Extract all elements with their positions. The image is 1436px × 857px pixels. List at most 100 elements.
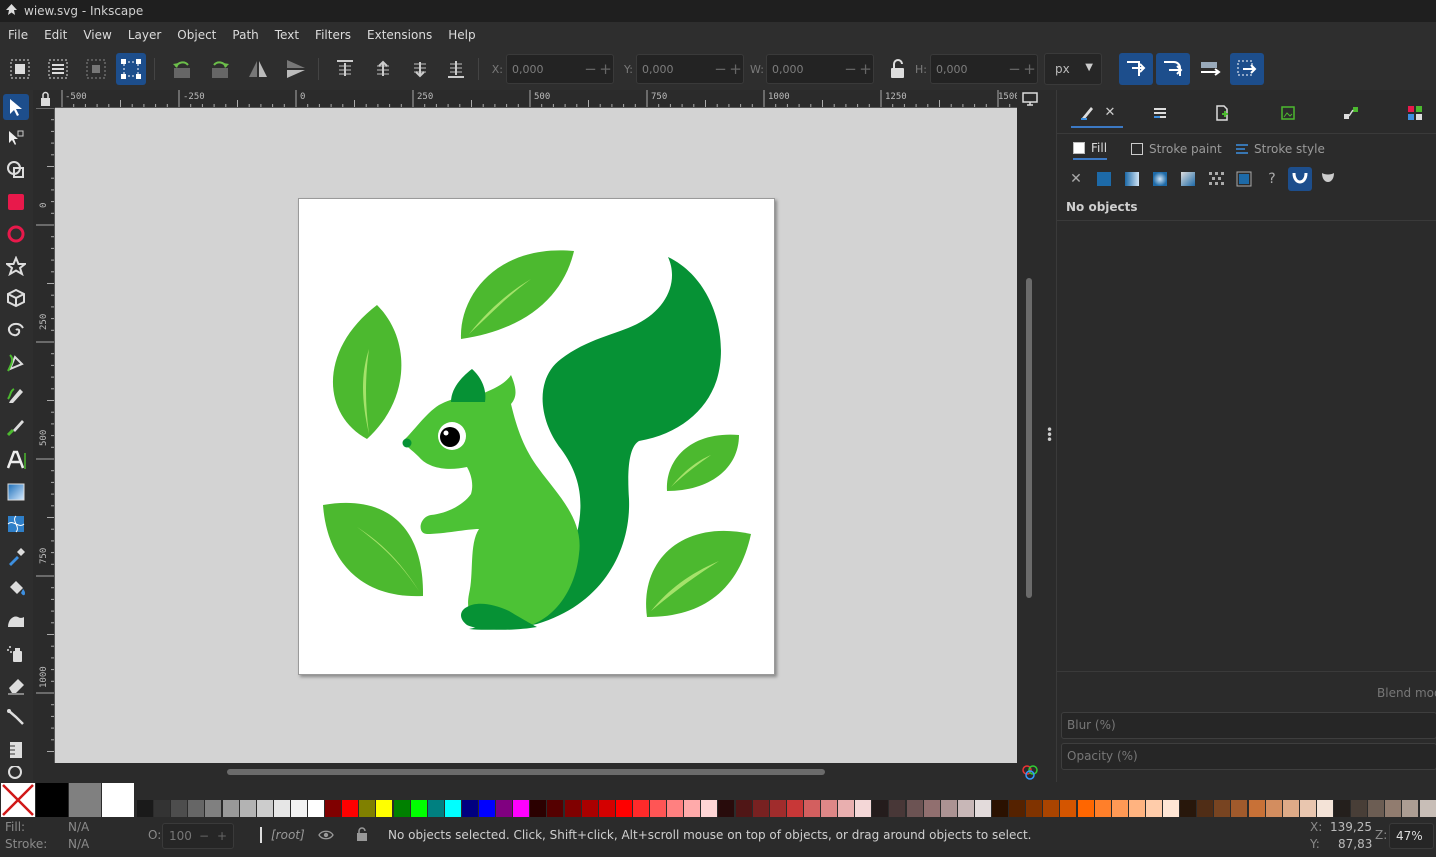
menu-view[interactable]: View [75,28,119,42]
palette-swatch[interactable] [1145,800,1162,817]
palette-swatch[interactable] [769,800,786,817]
text-tool[interactable] [3,447,29,473]
h-input[interactable]: 0,000 [931,63,1007,76]
palette-swatch[interactable] [1419,800,1436,817]
palette-swatch[interactable] [393,800,410,817]
palette-swatch[interactable] [889,800,906,817]
x-input[interactable]: 0,000 [507,63,583,76]
flat-color-button[interactable] [1092,167,1116,191]
stroke-indicator-value[interactable]: N/A [68,837,89,851]
touch-select-button[interactable] [116,53,146,85]
palette-swatch[interactable] [171,800,188,817]
palette-swatch[interactable] [36,783,68,817]
lock-guides-icon[interactable] [36,90,55,108]
zoom-field[interactable]: 47% [1389,823,1434,849]
palette-swatch[interactable] [940,800,957,817]
palette-swatch[interactable] [69,783,101,817]
swatch-button[interactable] [1232,167,1256,191]
measure-tool[interactable] [3,737,29,763]
dock-resize-handle[interactable]: • • • [1041,90,1056,782]
pencil-tool[interactable] [3,382,29,408]
palette-swatch[interactable] [923,800,940,817]
w-input[interactable]: 0,000 [767,63,843,76]
color-management-button[interactable] [1019,764,1041,782]
palette-swatch[interactable] [530,800,547,817]
unset-paint-button[interactable]: ? [1260,167,1284,191]
palette-swatch[interactable] [222,800,239,817]
unit-select[interactable]: px ▼ [1044,53,1102,85]
palette-swatch[interactable] [718,800,735,817]
current-layer[interactable]: [root] [271,828,305,842]
palette-swatch[interactable] [496,800,513,817]
palette-swatch[interactable] [701,800,718,817]
calligraphy-tool[interactable] [3,414,29,440]
palette-swatch[interactable] [821,800,837,817]
palette-swatch[interactable] [137,800,153,817]
spiral-tool[interactable] [3,317,29,343]
palette-swatch[interactable] [992,800,1008,817]
palette-swatch[interactable] [1111,800,1128,817]
rotate-cw-button[interactable] [205,53,235,85]
dropper-tool[interactable] [3,544,29,570]
select-all-layers-button[interactable] [43,53,73,85]
palette-swatch[interactable] [444,800,461,817]
tab-document-properties[interactable] [1205,98,1239,128]
palette-swatch[interactable] [650,800,666,817]
tab-swatches[interactable] [1398,98,1432,128]
selector-tool[interactable] [3,94,29,120]
opacity-increment[interactable]: + [217,824,227,848]
h-decrement[interactable]: − [1007,60,1022,78]
palette-swatch[interactable] [632,800,649,817]
palette-swatch[interactable] [1060,800,1077,817]
palette-swatch[interactable] [273,800,290,817]
palette-swatch[interactable] [1026,800,1043,817]
h-increment[interactable]: + [1022,60,1037,78]
opacity-decrement[interactable]: − [199,824,209,848]
radial-gradient-button[interactable] [1148,167,1172,191]
palette-swatch[interactable] [1334,800,1350,817]
select-all-button[interactable] [5,53,35,85]
palette-swatch[interactable] [376,800,393,817]
palette-swatch[interactable] [256,800,273,817]
menu-file[interactable]: File [0,28,36,42]
fill-rule-evenodd-button[interactable] [1288,167,1312,191]
canvas[interactable] [55,108,1017,763]
fill-indicator-value[interactable]: N/A [68,820,89,834]
shape-builder-tool[interactable] [3,157,29,183]
display-mode-button[interactable] [1020,90,1040,108]
pattern-button[interactable] [1204,167,1228,191]
paint-bucket-tool[interactable] [3,576,29,602]
palette-swatch[interactable] [479,800,495,817]
no-paint-button[interactable]: ✕ [1064,167,1088,191]
palette-swatch[interactable] [308,800,324,817]
w-increment[interactable]: + [858,60,873,78]
rotate-ccw-button[interactable] [167,53,197,85]
menu-path[interactable]: Path [224,28,266,42]
palette-swatch[interactable] [1043,800,1060,817]
menu-edit[interactable]: Edit [36,28,75,42]
tab-export[interactable] [1271,98,1305,128]
palette-swatch[interactable] [564,800,581,817]
palette-swatch[interactable] [974,800,991,817]
palette-swatch[interactable] [1265,800,1282,817]
star-tool[interactable] [3,253,29,279]
palette-swatch[interactable] [290,800,307,817]
menu-layer[interactable]: Layer [120,28,169,42]
palette-swatch[interactable] [1094,800,1111,817]
menu-help[interactable]: Help [440,28,483,42]
scale-stroke-button[interactable] [1119,53,1153,85]
opacity-spinbox[interactable]: 100 − + [162,823,234,849]
menu-object[interactable]: Object [169,28,224,42]
flip-vertical-button[interactable] [281,53,311,85]
palette-swatch[interactable] [855,800,872,817]
palette-swatch[interactable] [325,800,342,817]
palette-swatch[interactable] [1214,800,1231,817]
menu-extensions[interactable]: Extensions [359,28,440,42]
y-decrement[interactable]: − [713,60,728,78]
tab-layers[interactable] [1143,98,1177,128]
blur-field[interactable]: Blur (%) [1061,712,1436,739]
horizontal-scrollbar[interactable] [55,763,1017,781]
linear-gradient-button[interactable] [1120,167,1144,191]
mesh-tool[interactable] [3,511,29,537]
palette-swatch[interactable] [359,800,376,817]
